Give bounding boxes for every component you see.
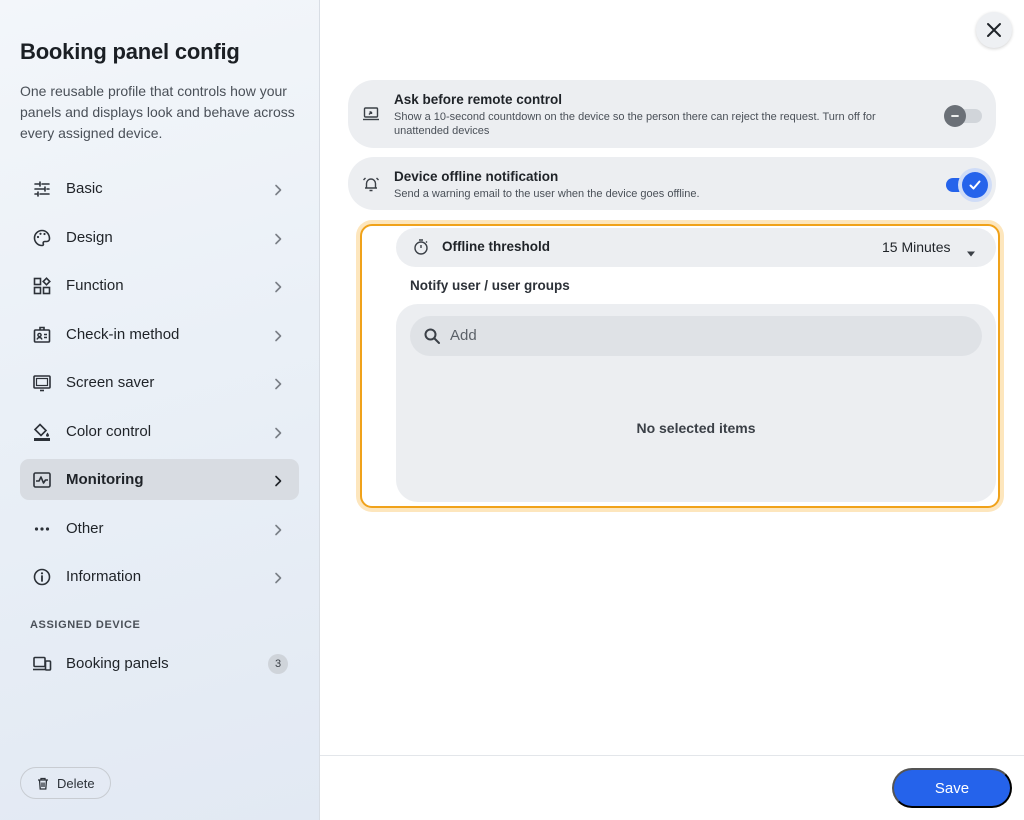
count-badge: 3 (268, 653, 288, 674)
sidebar-item-function[interactable]: Function (20, 265, 299, 306)
timer-icon (412, 238, 430, 256)
remote-control-toggle[interactable] (944, 105, 982, 127)
delete-button[interactable]: Delete (20, 767, 111, 799)
remote-control-title: Ask before remote control (394, 92, 563, 107)
chevron-right-icon (273, 571, 283, 583)
notify-users-label: Notify user / user groups (410, 278, 570, 293)
widgets-icon (32, 276, 52, 296)
sidebar-item-basic[interactable]: Basic (20, 168, 299, 209)
close-button[interactable] (976, 12, 1012, 48)
sidebar-item-booking-panels[interactable]: Booking panels 3 (20, 643, 299, 684)
laptop-remote-icon (362, 105, 380, 123)
footer-divider (320, 755, 1024, 756)
sidebar-item-label: Color control (66, 423, 152, 440)
sidebar-item-monitoring[interactable]: Monitoring (20, 459, 299, 500)
delete-button-label: Delete (57, 775, 95, 791)
paint-bucket-icon (32, 422, 52, 442)
add-user-search-input[interactable]: Add (410, 316, 982, 356)
more-dots-icon (32, 519, 52, 539)
sidebar-item-other[interactable]: Other (20, 508, 299, 549)
alarm-icon (362, 175, 380, 193)
sidebar-item-label: Design (66, 229, 113, 246)
offline-threshold-select[interactable]: Offline threshold 15 Minutes (396, 228, 996, 267)
sidebar-item-information[interactable]: Information (20, 556, 299, 597)
dropdown-caret-icon (966, 244, 976, 257)
page-description: One reusable profile that controls how y… (20, 83, 295, 141)
chevron-right-icon (273, 232, 283, 244)
sidebar-item-label: Information (66, 568, 142, 585)
sidebar-item-check-in-method[interactable]: Check-in method (20, 314, 299, 355)
sidebar-item-color-control[interactable]: Color control (20, 411, 299, 452)
remote-control-setting: Ask before remote control Show a 10-seco… (348, 80, 996, 148)
close-icon (987, 23, 1001, 37)
chevron-right-icon (273, 329, 283, 341)
chevron-right-icon (273, 183, 283, 195)
offline-notification-setting: Device offline notification Send a warni… (348, 157, 996, 210)
sidebar-item-label: Function (66, 277, 124, 294)
sliders-icon (32, 179, 52, 199)
chevron-right-icon (273, 474, 283, 486)
sidebar-item-label: Monitoring (66, 471, 144, 488)
monitor-icon (32, 373, 52, 393)
offline-threshold-value: 15 Minutes (882, 239, 951, 255)
offline-notification-title: Device offline notification (394, 169, 559, 184)
page-title: Booking panel config (20, 39, 240, 64)
monitoring-icon (32, 470, 52, 490)
sidebar-item-design[interactable]: Design (20, 217, 299, 258)
info-icon (32, 567, 52, 587)
sidebar-item-label: Booking panels (66, 655, 169, 672)
badge-icon (32, 325, 52, 345)
offline-notification-toggle[interactable] (946, 172, 988, 198)
search-icon (423, 327, 441, 345)
palette-icon (32, 228, 52, 248)
trash-icon (38, 777, 48, 790)
devices-icon (32, 654, 52, 674)
sidebar-item-screen-saver[interactable]: Screen saver (20, 362, 299, 403)
config-sidebar: Booking panel config One reusable profil… (0, 0, 320, 820)
sidebar-item-label: Screen saver (66, 374, 155, 391)
search-placeholder: Add (450, 327, 477, 344)
offline-threshold-label: Offline threshold (442, 239, 550, 254)
remote-control-description: Show a 10-second countdown on the device… (394, 111, 876, 137)
toggle-off-icon (944, 105, 966, 127)
chevron-right-icon (273, 280, 283, 292)
assigned-device-heading: ASSIGNED DEVICE (30, 619, 141, 631)
chevron-right-icon (273, 523, 283, 535)
sidebar-item-label: Other (66, 520, 104, 537)
sidebar-item-label: Basic (66, 180, 103, 197)
save-button[interactable]: Save (892, 768, 1012, 808)
empty-state-text: No selected items (636, 420, 756, 436)
check-icon (962, 172, 988, 198)
offline-notification-description: Send a warning email to the user when th… (394, 188, 700, 200)
sidebar-item-label: Check-in method (66, 326, 180, 343)
chevron-right-icon (273, 377, 283, 389)
chevron-right-icon (273, 426, 283, 438)
